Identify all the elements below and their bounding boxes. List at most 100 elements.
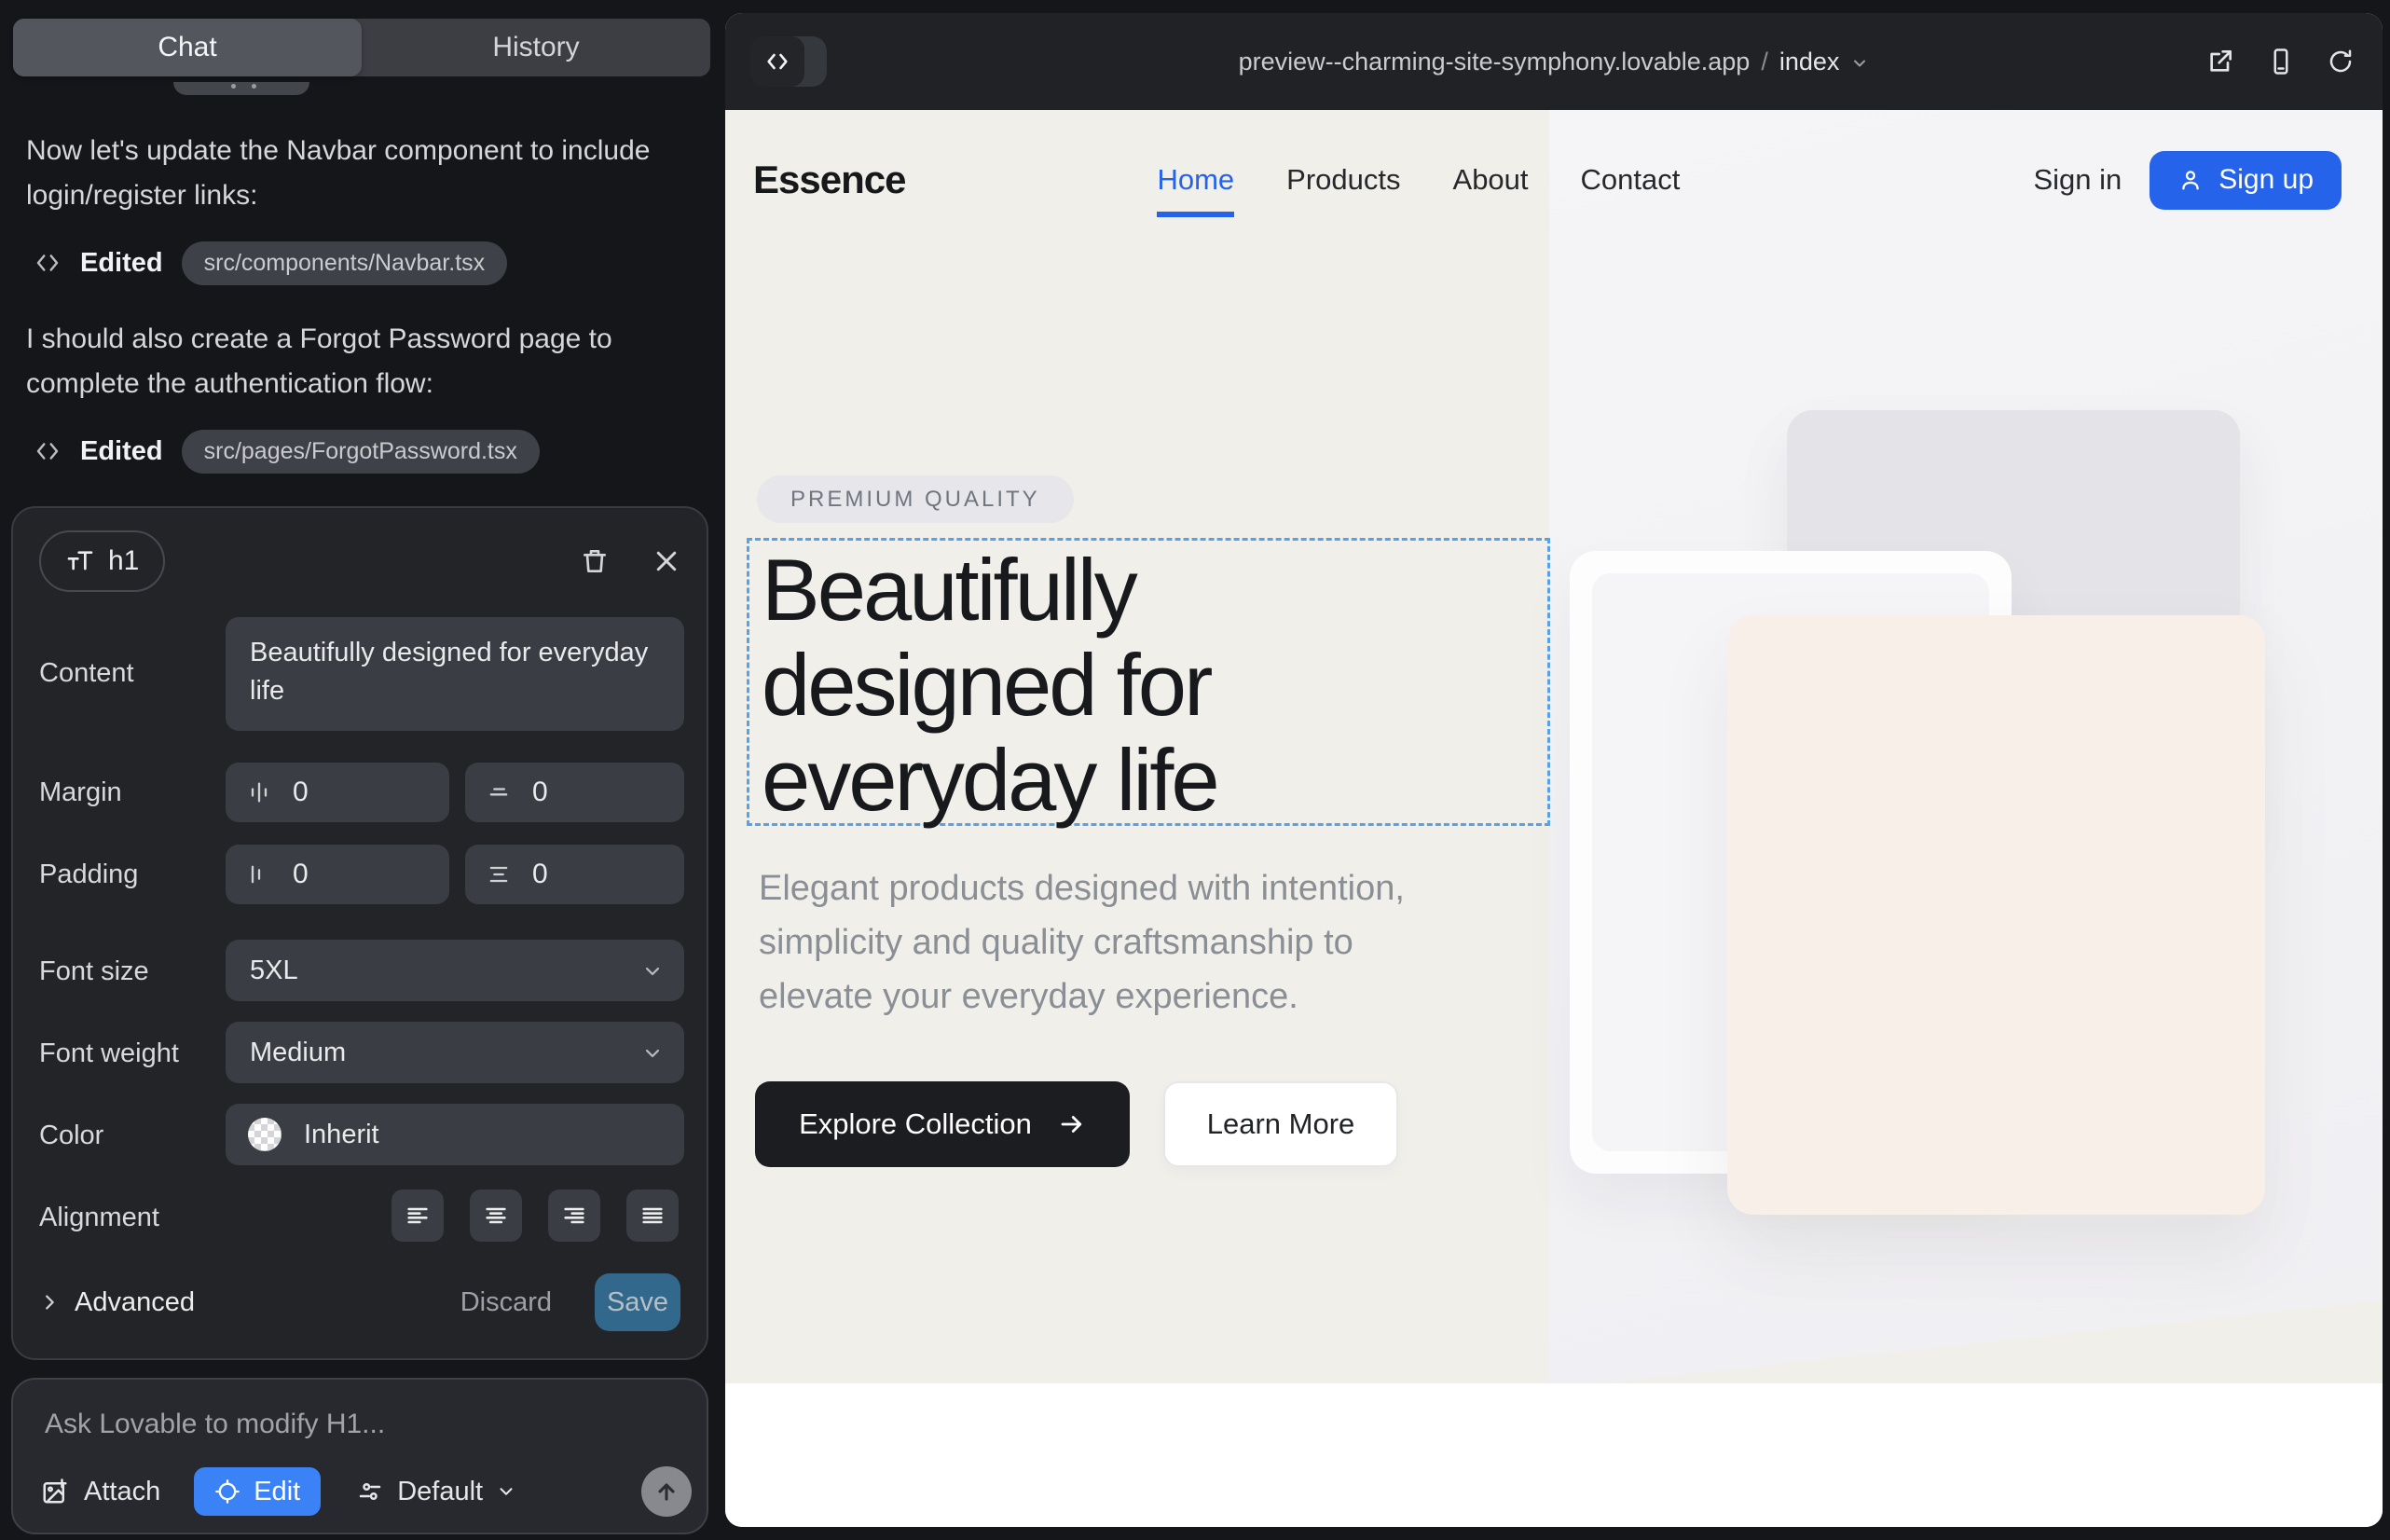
hero-description-line: elevate your everyday experience. [759, 969, 1405, 1024]
margin-horizontal-value: 0 [293, 777, 309, 808]
editor-header: h1 [39, 530, 680, 592]
chevron-down-icon [641, 1042, 664, 1065]
content-input[interactable]: Beautifully designed for everyday life [226, 617, 684, 731]
align-left-button[interactable] [391, 1189, 444, 1242]
explore-collection-button[interactable]: Explore Collection [755, 1081, 1130, 1167]
align-justify-button[interactable] [626, 1189, 679, 1242]
trash-icon[interactable] [580, 546, 610, 576]
code-icon [34, 249, 62, 277]
alignment-label: Alignment [39, 1203, 159, 1233]
hero-cta-row: Explore Collection Learn More [755, 1081, 1398, 1167]
attach-label: Attach [84, 1477, 160, 1507]
nav-link-products[interactable]: Products [1286, 163, 1400, 197]
padding-vertical-input[interactable]: 0 [465, 845, 684, 904]
align-center-button[interactable] [470, 1189, 522, 1242]
nav-link-home[interactable]: Home [1157, 163, 1234, 217]
edit-label: Edit [254, 1477, 300, 1507]
discard-button[interactable]: Discard [460, 1287, 552, 1318]
padding-horizontal-icon [246, 861, 272, 887]
align-left-icon [405, 1203, 431, 1229]
explore-collection-label: Explore Collection [799, 1107, 1032, 1141]
element-editor-panel: h1 Content Beautifully designed for ever… [11, 506, 708, 1360]
font-weight-select[interactable]: Medium [226, 1022, 684, 1083]
tab-history[interactable]: History [362, 19, 710, 76]
url-separator: / [1761, 48, 1768, 76]
edit-target-icon [214, 1478, 240, 1505]
hero-heading-line: everyday life [762, 733, 1217, 828]
preview-url[interactable]: preview--charming-site-symphony.lovable.… [725, 13, 2383, 110]
preview-topbar: preview--charming-site-symphony.lovable.… [725, 13, 2383, 110]
sign-in-link[interactable]: Sign in [2033, 163, 2122, 197]
align-right-button[interactable] [548, 1189, 600, 1242]
arrow-right-icon [1058, 1110, 1086, 1138]
typography-icon [65, 546, 95, 576]
sign-up-button[interactable]: Sign up [2150, 151, 2342, 210]
font-size-label: Font size [39, 956, 149, 987]
user-icon [2177, 167, 2204, 193]
color-select[interactable]: Inherit [226, 1104, 684, 1165]
chevron-down-icon [496, 1481, 516, 1502]
font-weight-label: Font weight [39, 1038, 179, 1069]
save-button[interactable]: Save [595, 1273, 680, 1331]
nav-link-about[interactable]: About [1453, 163, 1529, 197]
margin-vertical-value: 0 [532, 777, 548, 808]
file-badge[interactable]: src/components/Navbar.tsx [182, 241, 508, 285]
align-justify-icon [639, 1203, 666, 1229]
assistant-message: Now let's update the Navbar component to… [26, 129, 669, 218]
advanced-toggle[interactable]: Advanced [39, 1287, 195, 1318]
edit-mode-button[interactable]: Edit [194, 1467, 321, 1516]
mode-select[interactable]: Default [356, 1477, 516, 1507]
external-link-icon[interactable] [2205, 47, 2235, 76]
hero-heading[interactable]: Beautifully designed for everyday life [762, 543, 1217, 828]
h1-selection-outline[interactable]: Beautifully designed for everyday life [747, 538, 1550, 826]
padding-horizontal-input[interactable]: 0 [226, 845, 449, 904]
learn-more-button[interactable]: Learn More [1163, 1081, 1398, 1167]
mode-label: Default [397, 1477, 483, 1507]
decorative-card-cream [1727, 615, 2265, 1215]
margin-horizontal-input[interactable]: 0 [226, 763, 449, 822]
margin-vertical-icon [486, 779, 512, 805]
font-weight-value: Medium [250, 1038, 346, 1068]
site-canvas: Essence Home Products About Contact Sign… [725, 110, 2383, 1527]
hero-description-line: simplicity and quality craftsmanship to [759, 915, 1405, 969]
preview-page: index [1779, 48, 1840, 76]
editor-footer: Advanced Discard Save [39, 1272, 680, 1333]
chevron-right-icon [39, 1292, 60, 1313]
composer-input[interactable] [45, 1402, 660, 1447]
hero-badge: PREMIUM QUALITY [757, 475, 1074, 523]
composer-toolbar: Attach Edit Default [41, 1465, 692, 1518]
margin-label: Margin [39, 777, 122, 808]
padding-label: Padding [39, 859, 138, 890]
padding-vertical-value: 0 [532, 859, 548, 890]
tab-chat[interactable]: Chat [13, 19, 362, 76]
sign-up-label: Sign up [2218, 164, 2314, 196]
element-tag-pill: h1 [39, 530, 165, 592]
chevron-down-icon [1850, 54, 1869, 73]
attach-image-icon [41, 1478, 69, 1506]
assistant-message: I should also create a Forgot Password p… [26, 317, 669, 406]
preview-window: preview--charming-site-symphony.lovable.… [725, 13, 2383, 1527]
preview-host: preview--charming-site-symphony.lovable.… [1239, 48, 1751, 76]
color-label: Color [39, 1121, 103, 1151]
clipped-chat-pill [173, 82, 309, 95]
send-button[interactable] [641, 1466, 692, 1517]
chat-composer: Attach Edit Default [11, 1378, 708, 1534]
close-icon[interactable] [652, 547, 680, 575]
refresh-icon[interactable] [2327, 48, 2355, 76]
code-icon [34, 437, 62, 465]
nav-link-contact[interactable]: Contact [1581, 163, 1681, 197]
chat-history-tabs: Chat History [13, 19, 710, 76]
font-size-row: Font size 5XL [13, 940, 707, 1001]
align-right-icon [561, 1203, 587, 1229]
chevron-down-icon [641, 960, 664, 983]
attach-button[interactable]: Attach [41, 1477, 160, 1507]
topbar-actions [2205, 13, 2355, 110]
margin-vertical-input[interactable]: 0 [465, 763, 684, 822]
send-arrow-icon [653, 1478, 680, 1505]
font-size-select[interactable]: 5XL [226, 940, 684, 1001]
site-logo[interactable]: Essence [753, 158, 905, 202]
file-badge[interactable]: src/pages/ForgotPassword.tsx [182, 430, 540, 474]
mobile-icon[interactable] [2267, 48, 2295, 76]
padding-vertical-icon [486, 861, 512, 887]
edited-file-row: Edited src/pages/ForgotPassword.tsx [34, 431, 540, 472]
